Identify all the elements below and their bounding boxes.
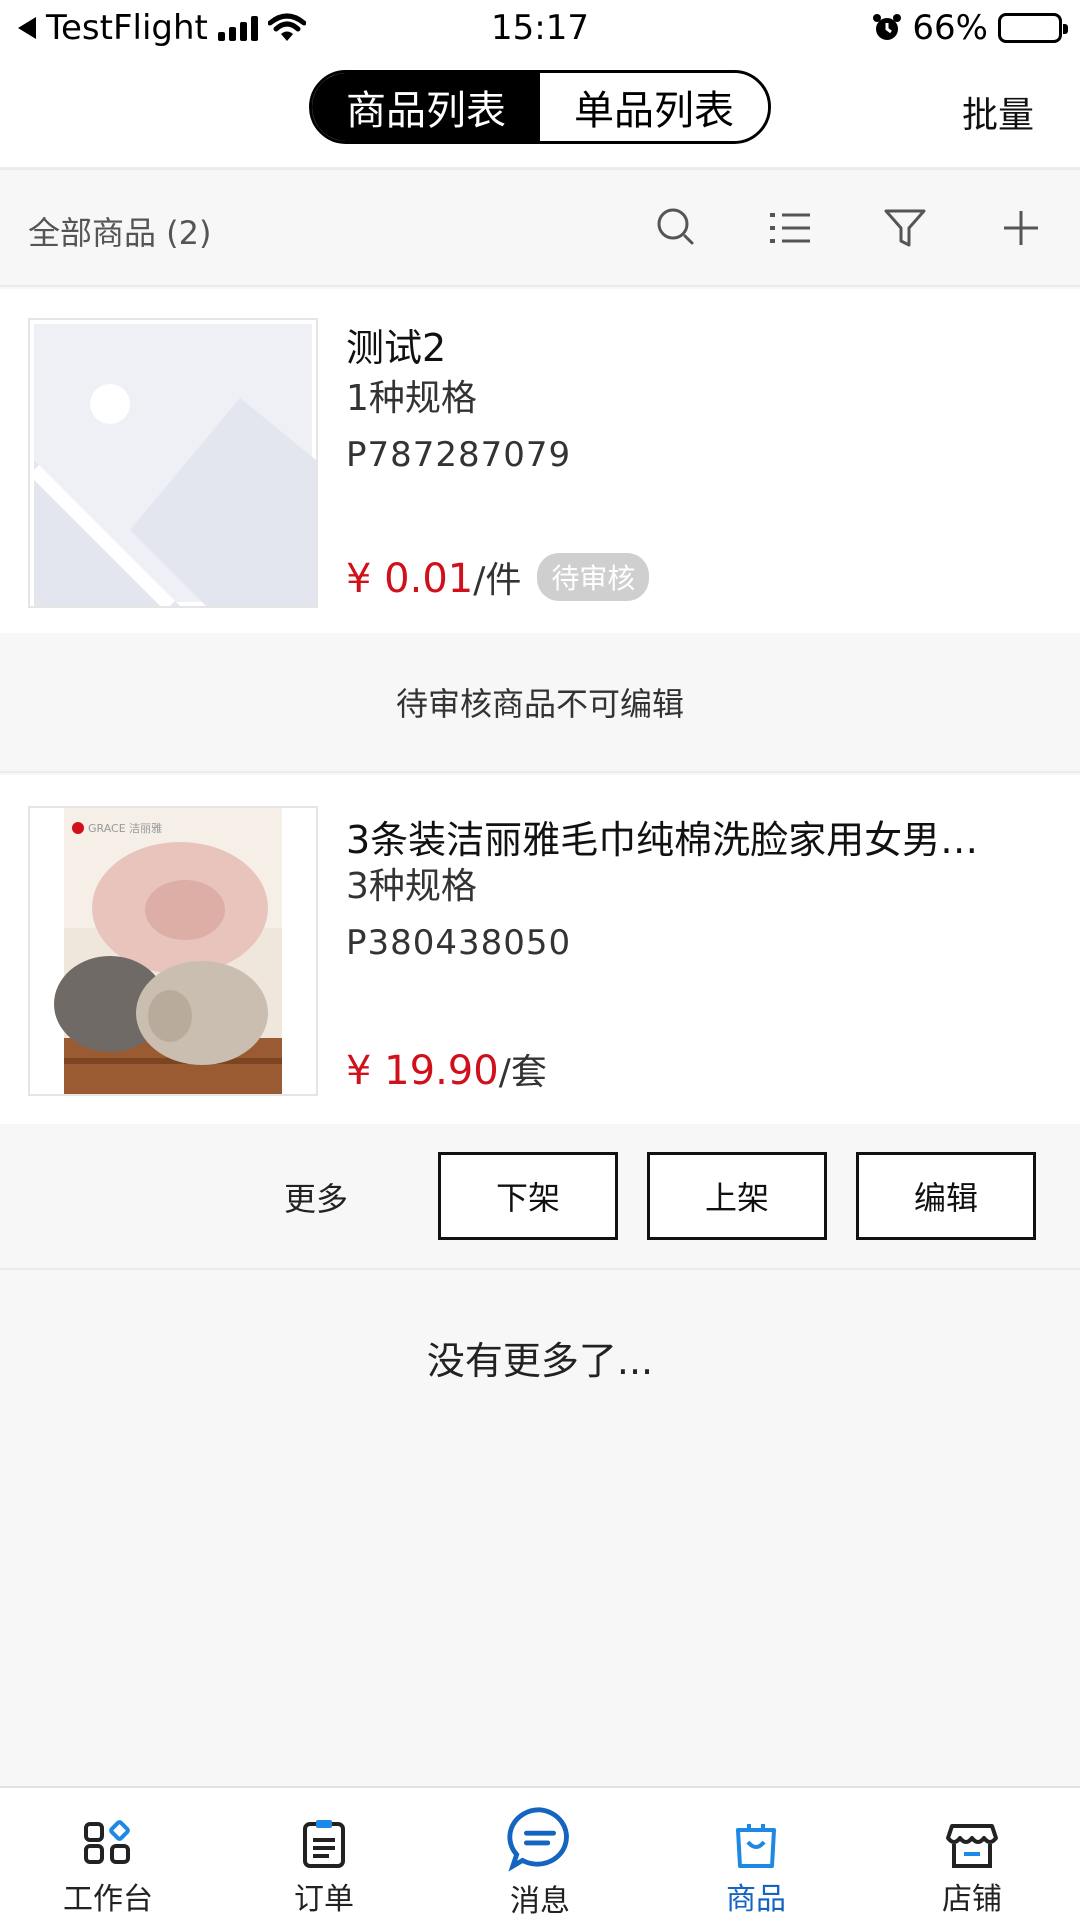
- tab-label: 店铺: [942, 1882, 1002, 1917]
- product-unit: /套: [498, 1052, 547, 1093]
- product-thumbnail: GRACE 洁丽雅: [28, 806, 318, 1096]
- tab-workbench[interactable]: 工作台: [0, 1788, 216, 1920]
- pending-review-notice: 待审核商品不可编辑: [0, 633, 1080, 773]
- tab-sku-list[interactable]: 单品列表: [540, 73, 768, 141]
- tab-label: 消息: [510, 1884, 570, 1919]
- product-price: ¥ 0.01: [346, 556, 474, 602]
- product-name: 测试2: [346, 326, 447, 370]
- on-shelf-button[interactable]: 上架: [647, 1152, 827, 1240]
- edit-button[interactable]: 编辑: [856, 1152, 1036, 1240]
- tab-store[interactable]: 店铺: [864, 1788, 1080, 1920]
- battery-icon: [998, 13, 1068, 43]
- battery-percent: 66%: [912, 8, 988, 48]
- product-card[interactable]: GRACE 洁丽雅 3条装洁丽雅毛巾纯棉洗脸家用女男… 3种规格 P380438…: [0, 775, 1080, 1124]
- all-products-count: 全部商品 (2): [28, 214, 212, 252]
- tab-messages[interactable]: 消息: [432, 1788, 648, 1920]
- product-price-line: ¥ 0.01 /件 待审核: [346, 551, 650, 603]
- thumbnail-brand-logo: GRACE 洁丽雅: [88, 821, 162, 835]
- product-unit: /件: [473, 560, 522, 601]
- batch-button[interactable]: 批量: [962, 86, 1034, 138]
- bottom-tab-bar: 工作台 订单 消息 商品 店铺: [0, 1786, 1080, 1920]
- product-code: P380438050: [346, 923, 572, 963]
- placeholder-image-icon: [28, 318, 318, 608]
- tab-product-list[interactable]: 商品列表: [312, 73, 540, 141]
- product-code: P787287079: [346, 435, 572, 475]
- product-spec-count: 3种规格: [346, 866, 477, 907]
- product-action-row: 更多 下架 上架 编辑: [0, 1124, 1080, 1270]
- product-name: 3条装洁丽雅毛巾纯棉洗脸家用女男…: [346, 818, 979, 862]
- tab-label: 商品: [726, 1882, 786, 1917]
- order-icon: [303, 1820, 345, 1868]
- top-nav: 商品列表 单品列表 批量: [0, 56, 1080, 170]
- product-price-line: ¥ 19.90 /套: [346, 1043, 547, 1095]
- tab-label: 订单: [294, 1882, 354, 1917]
- product-spec-count: 1种规格: [346, 378, 477, 419]
- tab-label: 工作台: [63, 1882, 153, 1917]
- status-right: 66%: [872, 8, 1068, 48]
- list-type-segmented-control: 商品列表 单品列表: [309, 70, 771, 144]
- off-shelf-button[interactable]: 下架: [438, 1152, 618, 1240]
- product-price: ¥ 19.90: [346, 1048, 499, 1094]
- product-card[interactable]: 测试2 1种规格 P787287079 ¥ 0.01 /件 待审核: [0, 289, 1080, 633]
- add-icon[interactable]: [996, 203, 1046, 253]
- status-bar: TestFlight 15:17 66%: [0, 0, 1080, 56]
- product-bag-icon: [736, 1824, 776, 1868]
- alarm-icon: [873, 14, 902, 40]
- workbench-icon: [84, 1820, 130, 1864]
- list-view-icon[interactable]: [766, 203, 816, 253]
- search-icon[interactable]: [652, 203, 702, 253]
- more-button[interactable]: 更多: [284, 1174, 348, 1220]
- store-icon: [946, 1824, 998, 1868]
- status-badge: 待审核: [537, 553, 650, 601]
- filter-icon[interactable]: [880, 203, 930, 253]
- tab-orders[interactable]: 订单: [216, 1788, 432, 1920]
- filter-row: 全部商品 (2): [0, 173, 1080, 287]
- tab-products[interactable]: 商品: [648, 1788, 864, 1920]
- no-more-text: 没有更多了...: [426, 1339, 654, 1383]
- message-icon: [507, 1807, 569, 1872]
